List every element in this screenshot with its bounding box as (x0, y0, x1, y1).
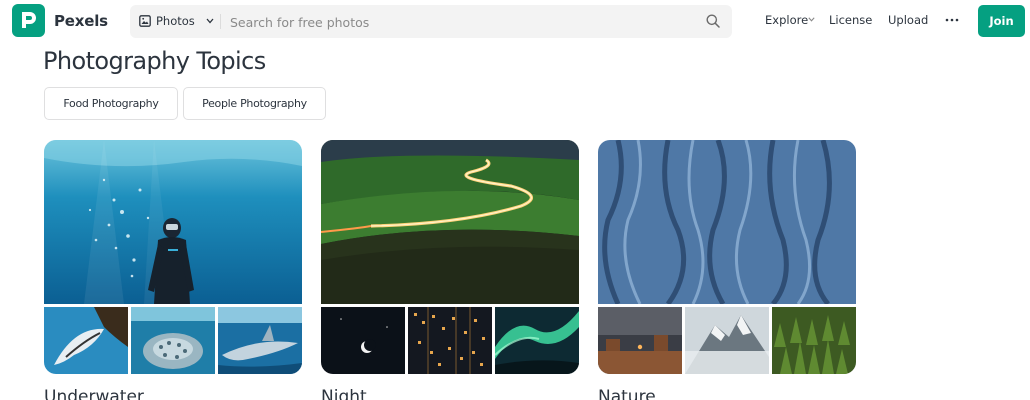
more-icon[interactable] (944, 13, 960, 27)
crescent-moon-image[interactable] (321, 307, 405, 374)
snowy-peak-image[interactable] (685, 307, 769, 374)
nav-explore[interactable]: Explore (765, 13, 808, 27)
page-title: Photography Topics (43, 47, 266, 75)
diver-underwater-image[interactable] (44, 140, 302, 304)
topic-label[interactable]: Night (321, 387, 367, 400)
pexels-logo-icon[interactable] (12, 4, 45, 37)
topic-label[interactable]: Underwater (44, 387, 144, 400)
brand-name[interactable]: Pexels (54, 12, 108, 30)
topic-mosaic[interactable] (598, 140, 856, 374)
topic-label[interactable]: Nature (598, 387, 656, 400)
top-navigation-bar: Pexels Photos Explore License Upload J (0, 0, 1030, 42)
search-type-label: Photos (156, 14, 195, 28)
nav-license[interactable]: License (829, 13, 872, 27)
search-divider (220, 14, 221, 29)
coral-image[interactable] (131, 307, 215, 374)
search-type-dropdown[interactable]: Photos (139, 5, 219, 38)
chip-food-photography[interactable]: Food Photography (44, 87, 178, 120)
aurora-image[interactable] (495, 307, 579, 374)
road-light-trails-image[interactable] (321, 140, 579, 304)
shark-image[interactable] (218, 307, 302, 374)
topic-mosaic[interactable] (44, 140, 302, 374)
join-button[interactable]: Join (978, 5, 1025, 37)
image-icon (139, 15, 151, 27)
city-night-image[interactable] (408, 307, 492, 374)
manta-ray-image[interactable] (44, 307, 128, 374)
topic-mosaic[interactable] (321, 140, 579, 374)
chevron-down-icon (206, 18, 214, 24)
chip-people-photography[interactable]: People Photography (183, 87, 326, 120)
pine-forest-image[interactable] (772, 307, 856, 374)
nav-upload[interactable]: Upload (888, 13, 928, 27)
chevron-down-icon (808, 17, 815, 22)
aerial-ridges-image[interactable] (598, 140, 856, 304)
search-bar: Photos (130, 5, 732, 38)
desert-buttes-image[interactable] (598, 307, 682, 374)
search-icon[interactable] (706, 14, 720, 28)
search-input[interactable] (230, 12, 690, 32)
